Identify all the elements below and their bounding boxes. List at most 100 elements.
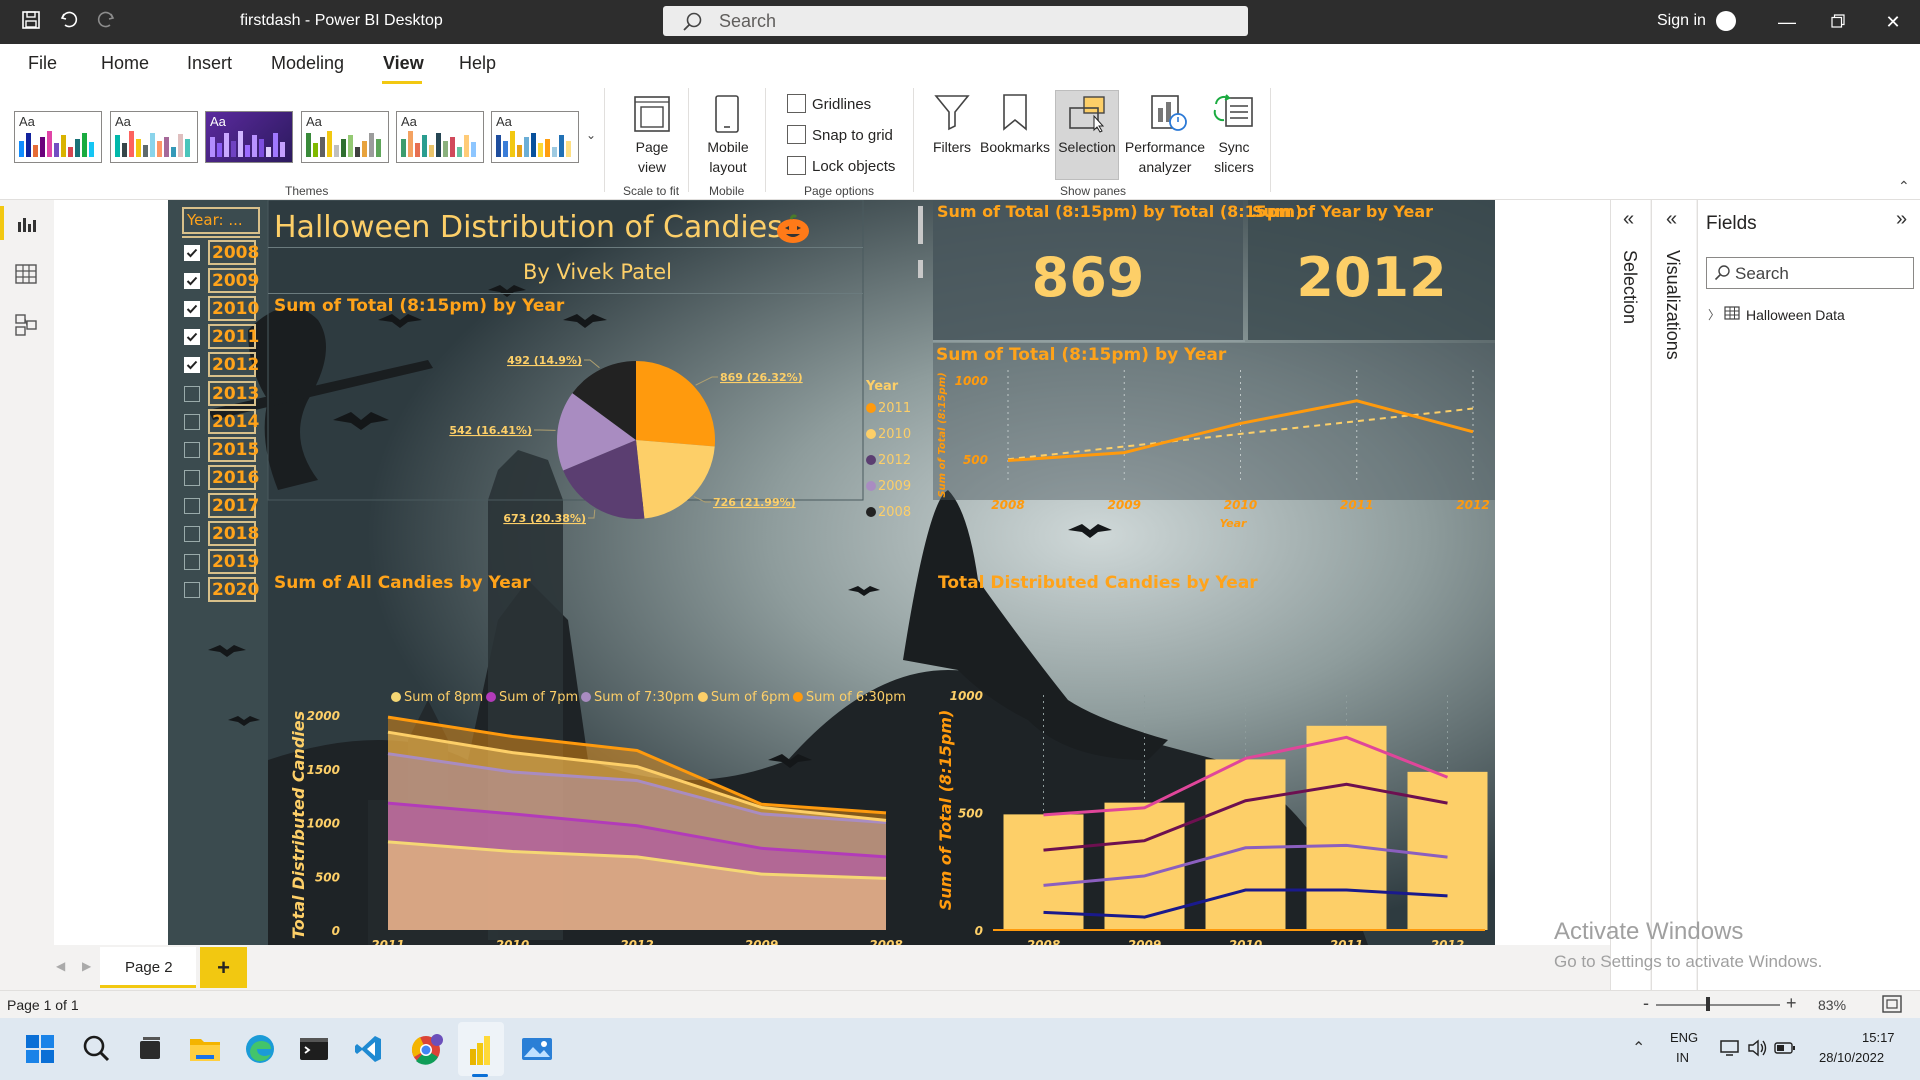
report-view-icon[interactable] xyxy=(16,214,38,239)
photos-icon[interactable] xyxy=(520,1033,554,1067)
zoom-in-icon[interactable]: + xyxy=(1786,993,1797,1014)
theme-thumbnail[interactable]: Aa xyxy=(14,111,102,163)
slicer-item-2011[interactable]: 2011 xyxy=(208,324,259,350)
data-view-icon[interactable] xyxy=(15,264,37,289)
performance-analyzer-button[interactable]: Performance analyzer xyxy=(1121,137,1209,177)
tab-view[interactable]: View xyxy=(383,53,424,74)
page-tab-active[interactable]: Page 2 xyxy=(100,947,196,988)
mobile-layout-button[interactable]: Mobile layout xyxy=(700,137,756,177)
selection-pane-icon[interactable] xyxy=(1066,94,1108,139)
next-page-icon[interactable]: ▶ xyxy=(82,959,91,973)
lock-objects-checkbox[interactable] xyxy=(787,156,806,175)
search-icon[interactable] xyxy=(80,1033,114,1067)
network-icon[interactable] xyxy=(1719,1038,1741,1063)
combo-chart[interactable]: 0500100020082009201020112012YearSum of T… xyxy=(933,595,1495,945)
slicer-item-2013[interactable]: 2013 xyxy=(208,380,259,406)
tab-help[interactable]: Help xyxy=(459,53,496,74)
edge-icon[interactable] xyxy=(244,1033,278,1067)
collapse-ribbon-chevron-icon[interactable]: ⌃ xyxy=(1898,178,1910,195)
expand-chevron-icon[interactable]: « xyxy=(1666,208,1677,231)
snap-to-grid-checkbox[interactable] xyxy=(787,125,806,144)
expand-chevron-icon[interactable]: 〉 xyxy=(1708,306,1720,323)
slicer-item-2012[interactable]: 2012 xyxy=(208,352,259,378)
slicer-checkbox[interactable] xyxy=(184,413,200,430)
zoom-slider[interactable] xyxy=(1656,1004,1780,1006)
filter-icon[interactable] xyxy=(933,92,971,137)
zoom-slider-thumb[interactable] xyxy=(1706,997,1710,1011)
tab-home[interactable]: Home xyxy=(101,53,149,74)
slicer-item-2019[interactable]: 2019 xyxy=(208,549,259,575)
zoom-out-icon[interactable]: - xyxy=(1643,993,1649,1014)
selection-button[interactable]: Selection xyxy=(1055,137,1119,157)
clock-date[interactable]: 28/10/2022 xyxy=(1819,1050,1884,1065)
tab-insert[interactable]: Insert xyxy=(187,53,232,74)
slicer-checkbox[interactable] xyxy=(184,273,200,290)
slicer-item-2010[interactable]: 2010 xyxy=(208,296,259,322)
card-value[interactable]: 869 xyxy=(933,246,1243,309)
performance-analyzer-icon[interactable] xyxy=(1148,92,1188,137)
theme-thumbnail[interactable]: Aa xyxy=(110,111,198,163)
sign-in-link[interactable]: Sign in xyxy=(1657,12,1706,30)
slicer-item-2017[interactable]: 2017 xyxy=(208,492,259,518)
slicer-checkbox[interactable] xyxy=(184,554,200,571)
scrollbar[interactable] xyxy=(918,260,923,278)
previous-page-icon[interactable]: ◀ xyxy=(56,959,65,973)
theme-thumbnail[interactable]: Aa xyxy=(301,111,389,163)
slicer-item-2016[interactable]: 2016 xyxy=(208,464,259,490)
slicer-item-2015[interactable]: 2015 xyxy=(208,436,259,462)
mobile-layout-icon[interactable] xyxy=(713,94,741,139)
page-view-icon[interactable] xyxy=(632,94,672,139)
slicer-checkbox[interactable] xyxy=(184,329,200,346)
terminal-icon[interactable] xyxy=(298,1033,332,1067)
field-table-item[interactable]: Halloween Data xyxy=(1746,307,1845,323)
slicer-checkbox[interactable] xyxy=(184,441,200,458)
language-code[interactable]: ENG xyxy=(1670,1030,1698,1045)
model-view-icon[interactable] xyxy=(15,314,37,341)
slicer-item-2009[interactable]: 2009 xyxy=(208,268,259,294)
sync-slicers-icon[interactable] xyxy=(1212,92,1256,137)
slicer-checkbox[interactable] xyxy=(184,357,200,374)
battery-icon[interactable] xyxy=(1774,1040,1796,1061)
page-view-button[interactable]: Page view xyxy=(625,137,679,177)
collapse-chevron-icon[interactable]: » xyxy=(1896,208,1907,231)
avatar[interactable] xyxy=(1716,11,1736,31)
area-chart[interactable]: Sum of 8pm Sum of 7pm Sum of 7:30pm Sum of … xyxy=(268,595,928,945)
slicer-checkbox[interactable] xyxy=(184,301,200,318)
slicer-checkbox[interactable] xyxy=(184,497,200,514)
task-view-icon[interactable] xyxy=(134,1033,168,1067)
tab-file[interactable]: File xyxy=(28,53,57,74)
hidden-icons-chevron-icon[interactable]: ⌃ xyxy=(1632,1038,1645,1058)
filters-button[interactable]: Filters xyxy=(928,137,976,157)
bookmarks-button[interactable]: Bookmarks xyxy=(978,137,1052,157)
slicer-checkbox[interactable] xyxy=(184,469,200,486)
selection-pane-label[interactable]: Selection xyxy=(1619,250,1640,324)
search-box[interactable]: Search xyxy=(663,6,1248,36)
power-bi-icon[interactable] xyxy=(464,1033,498,1067)
visualizations-pane-collapsed[interactable]: « Visualizations xyxy=(1651,200,1696,990)
undo-icon[interactable] xyxy=(57,10,81,34)
slicer-item-2020[interactable]: 2020 xyxy=(208,577,259,603)
slicer-item-2008[interactable]: 2008 xyxy=(208,240,259,265)
clock-time[interactable]: 15:17 xyxy=(1862,1030,1895,1045)
windows-start-icon[interactable] xyxy=(24,1033,58,1067)
language-region[interactable]: IN xyxy=(1676,1050,1689,1065)
restore-button[interactable] xyxy=(1815,8,1861,36)
slicer-checkbox[interactable] xyxy=(184,385,200,402)
close-button[interactable]: ✕ xyxy=(1870,8,1916,36)
file-explorer-icon[interactable] xyxy=(188,1033,222,1067)
slicer-item-2014[interactable]: 2014 xyxy=(208,408,259,434)
redo-icon[interactable] xyxy=(94,10,118,34)
gridlines-checkbox[interactable] xyxy=(787,94,806,113)
scrollbar[interactable] xyxy=(918,206,923,244)
slicer-checkbox[interactable] xyxy=(184,582,200,599)
chrome-icon[interactable] xyxy=(410,1033,444,1067)
slicer-item-2018[interactable]: 2018 xyxy=(208,521,259,546)
visualizations-pane-label[interactable]: Visualizations xyxy=(1662,250,1683,360)
sync-slicers-button[interactable]: Sync slicers xyxy=(1206,137,1262,177)
theme-thumbnail[interactable]: Aa xyxy=(396,111,484,163)
expand-chevron-icon[interactable]: « xyxy=(1623,208,1634,231)
volume-icon[interactable] xyxy=(1747,1038,1769,1063)
tab-modeling[interactable]: Modeling xyxy=(271,53,344,74)
bookmark-icon[interactable] xyxy=(1000,92,1030,137)
theme-thumbnail[interactable]: Aa xyxy=(491,111,579,163)
